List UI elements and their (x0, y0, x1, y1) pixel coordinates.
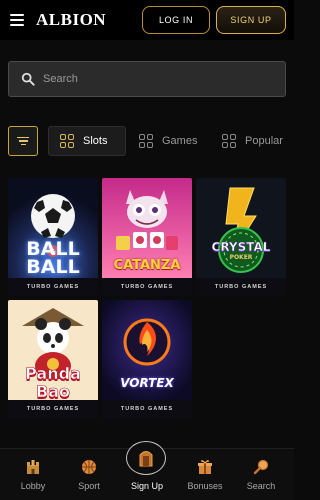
nav-label: Search (246, 481, 276, 491)
tab-label: Popular (245, 135, 283, 147)
nav-label: Lobby (20, 481, 46, 491)
game-provider: TURBO GAMES (102, 278, 192, 296)
search-icon (21, 72, 35, 86)
game-title: CRYSTAL (211, 240, 271, 254)
signup-button[interactable]: SIGN UP (216, 6, 286, 34)
search-input[interactable] (43, 62, 273, 96)
tab-label: Slots (83, 135, 108, 147)
game-title-line: Bao (36, 382, 71, 402)
magnifier-icon (253, 459, 269, 475)
nav-label: Sign Up (130, 481, 164, 491)
login-button[interactable]: LOG IN (142, 6, 210, 34)
castle-icon (27, 460, 39, 474)
game-title-line: BALL (26, 256, 80, 278)
tab-games[interactable]: Games (139, 126, 197, 156)
game-provider: TURBO GAMES (196, 278, 286, 296)
menu-icon[interactable] (10, 14, 24, 26)
gift-icon (198, 460, 212, 474)
game-provider: TURBO GAMES (8, 278, 98, 296)
grid-icon (222, 134, 236, 148)
game-tile-ball-and-ball[interactable]: BALL & BALL TURBO GAMES (8, 178, 98, 296)
game-tile-crystal-poker[interactable]: CRYSTAL POKER TURBO GAMES (196, 178, 286, 296)
game-title: VORTEX (120, 376, 174, 390)
nav-label: Sport (78, 481, 100, 491)
nav-signup[interactable]: Sign Up (118, 441, 176, 500)
signup-circle (126, 441, 166, 475)
game-title: CATANZA (113, 258, 181, 273)
nav-sport[interactable]: Sport (60, 449, 118, 500)
game-subtitle: POKER (229, 254, 253, 261)
brand-logo[interactable]: ALBION (36, 10, 106, 30)
game-tile-panda-bao[interactable]: Panda Bao TURBO GAMES (8, 300, 98, 418)
tab-slots[interactable]: Slots (48, 126, 126, 156)
tab-popular[interactable]: Popular (222, 126, 283, 156)
grid-icon (60, 134, 74, 148)
door-icon (139, 451, 153, 467)
tab-label: Games (162, 135, 198, 147)
game-tile-catanza[interactable]: CATANZA TURBO GAMES (102, 178, 192, 296)
game-provider: TURBO GAMES (8, 400, 98, 418)
game-provider: TURBO GAMES (102, 400, 192, 418)
filter-button[interactable] (8, 126, 38, 156)
grid-icon (139, 134, 153, 148)
game-title-line: Panda (25, 364, 81, 384)
game-tile-vortex[interactable]: VORTEX TURBO GAMES (102, 300, 192, 418)
nav-label: Bonuses (187, 481, 223, 491)
game-title-ampersand: & (49, 248, 57, 256)
nav-search[interactable]: Search (232, 449, 290, 500)
search-bar[interactable] (8, 61, 286, 97)
bottom-navigation: Lobby Sport Sign Up Bonuses Search (0, 441, 294, 500)
ball-icon (82, 460, 96, 474)
crystal-poker-artwork (196, 178, 286, 278)
top-header: ALBION LOG IN SIGN UP (0, 0, 294, 40)
nav-lobby[interactable]: Lobby (4, 449, 62, 500)
nav-bonuses[interactable]: Bonuses (176, 449, 234, 500)
